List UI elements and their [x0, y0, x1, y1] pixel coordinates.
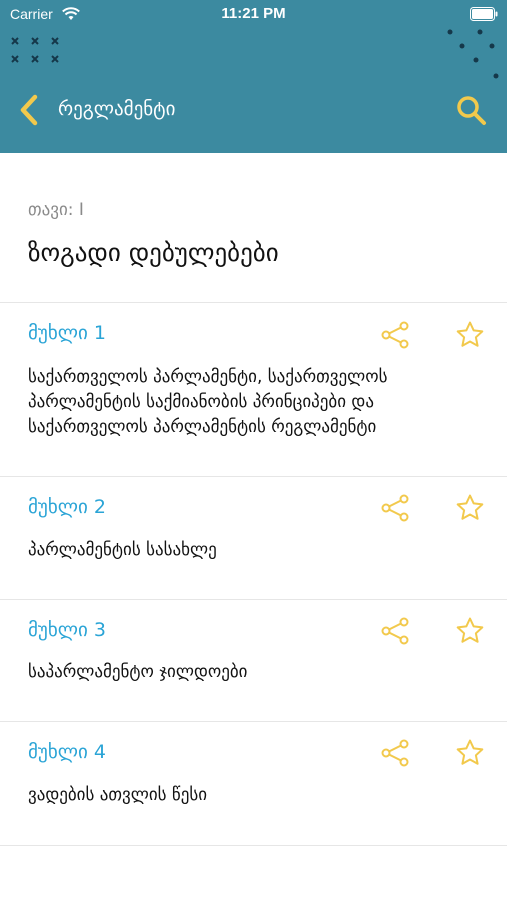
- divider: [0, 599, 507, 600]
- search-icon[interactable]: [455, 94, 487, 126]
- share-icon[interactable]: [380, 320, 410, 350]
- star-icon[interactable]: [455, 493, 485, 523]
- article-number[interactable]: მუხლი 3: [28, 619, 106, 641]
- decoration-crosses: [11, 37, 59, 63]
- divider: [0, 476, 507, 477]
- battery-icon: [470, 7, 498, 21]
- star-icon[interactable]: [455, 320, 485, 350]
- back-chevron-icon[interactable]: [18, 93, 40, 127]
- status-time: 11:21 PM: [221, 5, 286, 22]
- share-icon[interactable]: [380, 738, 410, 768]
- star-icon[interactable]: [455, 738, 485, 768]
- decoration-dots: [447, 29, 499, 79]
- article-number[interactable]: მუხლი 4: [28, 741, 106, 763]
- divider: [0, 302, 507, 303]
- divider: [0, 845, 507, 846]
- article-number[interactable]: მუხლი 2: [28, 496, 106, 518]
- nav-title: რეგლამენტი: [58, 98, 176, 120]
- article-text: საქართველოს პარლამენტი, საქართველოს პარლ…: [28, 367, 388, 437]
- article-text: პარლამენტის სასახლე: [28, 540, 217, 560]
- share-icon[interactable]: [380, 616, 410, 646]
- article-text: საპარლამენტო ჯილდოები: [28, 662, 248, 682]
- header-bar: Carrier 11:21 PM რეგლამენტი: [0, 0, 507, 153]
- article-number[interactable]: მუხლი 1: [28, 322, 106, 344]
- chapter-label: თავი: I: [28, 200, 84, 220]
- share-icon[interactable]: [380, 493, 410, 523]
- article-text: ვადების ათვლის წესი: [28, 785, 208, 805]
- divider: [0, 721, 507, 722]
- star-icon[interactable]: [455, 616, 485, 646]
- status-bar: Carrier 11:21 PM: [0, 0, 507, 30]
- chapter-title: ზოგადი დებულებები: [28, 238, 279, 267]
